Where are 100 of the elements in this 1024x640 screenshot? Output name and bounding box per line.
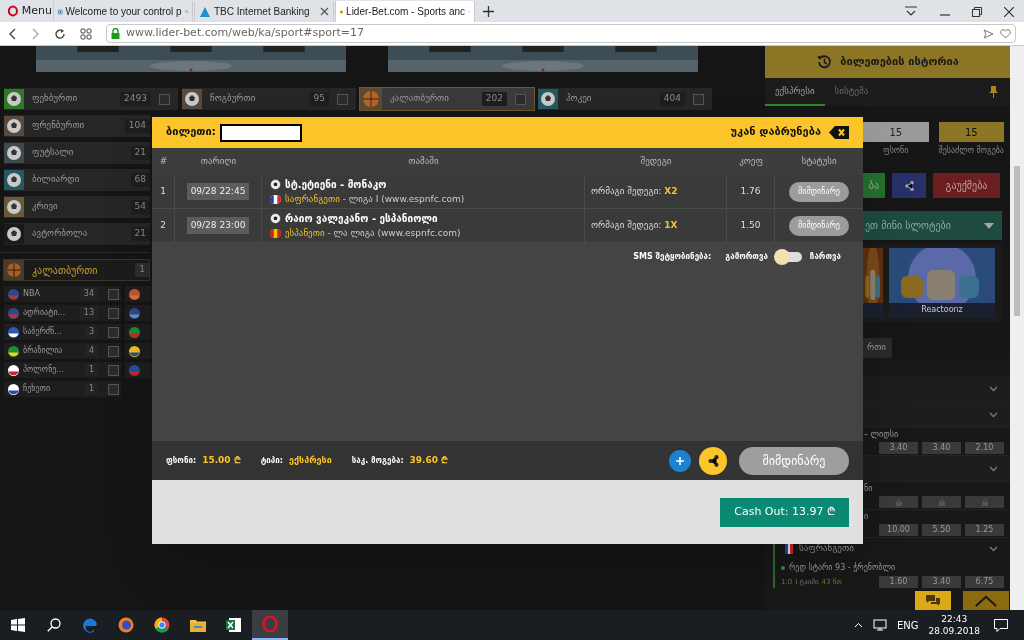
back-link[interactable]: უკან დაბრუნება [730, 124, 821, 141]
row-number: 1 [160, 184, 166, 198]
odds-button[interactable]: 1.25 [965, 524, 1004, 536]
share-button[interactable] [699, 446, 727, 475]
stake-field[interactable]: 15 [863, 122, 929, 142]
flag-icon [8, 307, 19, 319]
checkbox[interactable] [108, 364, 119, 376]
league-item[interactable]: ადრიატი... 13 [4, 305, 121, 321]
chevron-down-icon[interactable] [989, 411, 998, 418]
history-button[interactable]: ბილეთების ისტორია [765, 46, 1010, 78]
sport-item[interactable]: ფრენბურთი 104 [4, 115, 150, 137]
plus-icon [676, 456, 684, 465]
league-item[interactable]: ბრაზილია 4 [4, 343, 121, 359]
clock[interactable]: 22:43 28.09.2018 [928, 613, 980, 637]
new-tab-icon[interactable] [483, 6, 494, 17]
league-item[interactable]: პოლონე... 1 [4, 362, 121, 378]
odds-button[interactable]: 3.40 [922, 576, 961, 588]
pin-icon[interactable] [989, 86, 998, 98]
checkbox[interactable] [108, 326, 119, 338]
browser-tab[interactable]: TBC Internet Banking [194, 1, 334, 22]
checkbox[interactable] [515, 93, 526, 105]
chevron-down-icon[interactable] [989, 385, 998, 392]
address-field[interactable]: www.lider-bet.com/web/ka/sport#sport=17 [106, 24, 1016, 43]
odds-button[interactable]: 2.10 [965, 442, 1004, 454]
chevron-down-icon[interactable] [989, 465, 998, 472]
speed-dial-icon[interactable] [80, 27, 92, 40]
send-icon[interactable] [983, 28, 994, 39]
event-title: ი [864, 511, 869, 523]
flag-icon [129, 364, 140, 376]
odds-button[interactable]: 3.40 [922, 442, 961, 454]
ball-icon [4, 170, 24, 190]
back-icon[interactable] [8, 27, 17, 40]
tab-menu-icon[interactable] [904, 5, 918, 17]
flag-icon [129, 345, 140, 357]
share-icon [707, 454, 719, 467]
flag-icon [785, 544, 793, 554]
game-title: Reactoonz [920, 304, 964, 316]
checkbox[interactable] [693, 93, 704, 105]
checkbox[interactable] [108, 383, 119, 395]
odds-button[interactable]: 1.60 [879, 576, 918, 588]
chat-button[interactable] [915, 591, 951, 610]
browser-tab[interactable]: Welcome to your control p [53, 1, 193, 22]
league-text: ესპანეთი - ლა ლიგა (www.espnfc.com) [285, 226, 461, 240]
scroll-top-button[interactable] [963, 591, 1009, 610]
checkbox[interactable] [159, 93, 170, 105]
sport-item[interactable]: ჩოგბურთი 95 [182, 88, 356, 110]
heart-icon[interactable] [1000, 28, 1011, 39]
sport-item[interactable]: ფეხბურთი 2493 [4, 88, 178, 110]
cash-out-button[interactable]: Cash Out: 13.97 ₾ [720, 497, 849, 527]
network-icon[interactable] [872, 619, 887, 631]
betslip-tab[interactable]: სისტემა [824, 84, 879, 106]
sport-header: კალათბურთი 1 [3, 259, 150, 281]
league-item[interactable]: ჩეხეთი 1 [4, 381, 121, 397]
lock-icon [981, 498, 988, 506]
caret-down-icon [984, 222, 994, 229]
restore-icon[interactable] [972, 7, 982, 17]
notifications-icon[interactable] [994, 618, 1008, 632]
sport-item[interactable]: კალათბურთი 202 [360, 88, 534, 110]
sms-toggle[interactable] [775, 252, 802, 262]
checkbox[interactable] [108, 307, 119, 319]
browser-tab[interactable]: Lider-Bet.com - Sports anc [335, 1, 475, 22]
history-icon [816, 54, 833, 70]
menu-button[interactable]: Menu [0, 0, 52, 22]
backspace-icon[interactable] [829, 126, 849, 139]
odds-button[interactable]: 5.50 [922, 524, 961, 536]
sport-item[interactable]: ჰოკეი 404 [538, 88, 712, 110]
sport-item[interactable]: ავტორბოლა 21 [4, 223, 150, 245]
checkbox[interactable] [108, 345, 119, 357]
opera-logo-icon [8, 5, 18, 17]
odds-button[interactable]: 3.40 [879, 442, 918, 454]
cancel-button[interactable]: გაუქმება [933, 173, 1000, 198]
column-header: კოეფ [738, 154, 764, 168]
sport-item[interactable]: კრივი 54 [4, 196, 150, 218]
lock-icon [895, 498, 902, 506]
checkbox[interactable] [108, 288, 119, 300]
league-item[interactable]: NBA 34 [4, 286, 121, 302]
chevron-down-icon[interactable] [989, 546, 998, 552]
ball-icon [4, 116, 24, 136]
reload-icon[interactable] [54, 27, 66, 40]
possible-win-field[interactable]: 15 [938, 122, 1004, 142]
row-number: 2 [160, 218, 166, 232]
chevron-up-icon[interactable] [853, 622, 863, 628]
chat-icon [926, 595, 940, 606]
opera-button[interactable] [252, 610, 288, 640]
league-item[interactable]: საბერძნ... 3 [4, 324, 121, 340]
live-dot-icon [781, 566, 785, 570]
forward-icon[interactable] [31, 27, 40, 40]
betslip-tab[interactable]: ექსპრესი [765, 84, 825, 106]
close-icon[interactable] [320, 7, 329, 16]
sport-item[interactable]: ფუტსალი 21 [4, 142, 150, 164]
odds-button[interactable]: 6.75 [965, 576, 1004, 588]
share-icon [904, 180, 914, 191]
language-indicator[interactable]: ENG [896, 617, 919, 633]
add-button[interactable] [669, 449, 691, 472]
checkbox[interactable] [337, 93, 348, 105]
odds-button[interactable]: 10.00 [879, 524, 918, 536]
sport-item[interactable]: ბილიარდი 68 [4, 169, 150, 191]
flag-icon [8, 364, 19, 376]
scrollbar[interactable] [1010, 46, 1024, 610]
close-icon[interactable] [1004, 7, 1014, 17]
